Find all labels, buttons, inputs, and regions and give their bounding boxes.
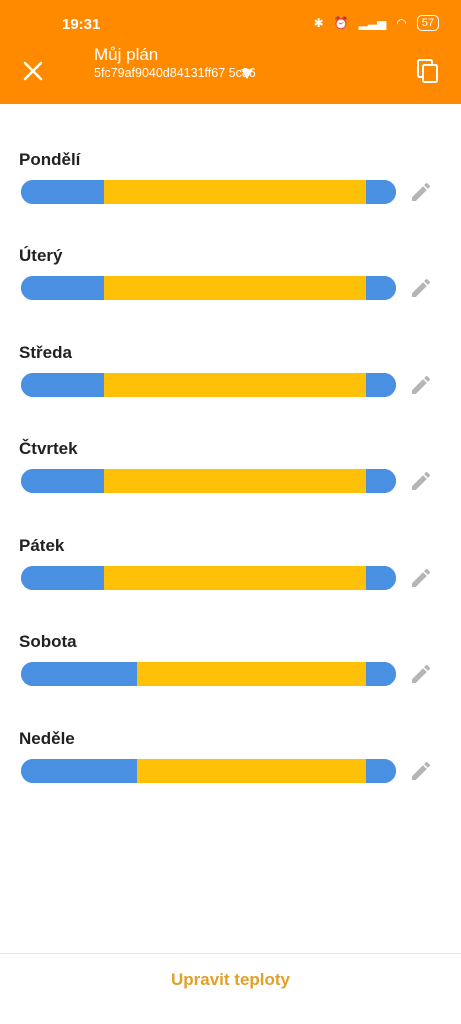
wifi-icon: ◠ [396, 16, 407, 30]
day-label: Neděle [19, 729, 75, 748]
cold-segment [21, 469, 104, 493]
schedule-bar[interactable] [21, 566, 396, 590]
copy-button[interactable] [415, 58, 441, 84]
plan-dropdown[interactable] [241, 66, 253, 79]
day-label: Středa [19, 343, 72, 362]
edit-day-button[interactable] [409, 759, 433, 783]
bluetooth-icon: ✱ [313, 16, 324, 30]
plan-id: 5fc79af9040d84131ff67 5c86 [94, 66, 256, 80]
schedule-bar[interactable] [21, 759, 396, 783]
edit-temperatures-button[interactable]: Upravit teploty [0, 970, 461, 990]
edit-day-button[interactable] [409, 566, 433, 590]
divider [0, 953, 461, 954]
day-label: Úterý [19, 246, 63, 265]
warm-segment [137, 759, 366, 783]
alarm-off-icon: ⏰ [333, 16, 349, 30]
app-bar: 19:31 ✱ ⏰ ▂▃▅ ◠ 57 Můj plán 5fc79af9040d… [0, 0, 461, 104]
warm-segment [103, 469, 366, 493]
pencil-icon [412, 664, 431, 683]
day-label: Pondělí [19, 150, 81, 169]
cold-segment [366, 662, 396, 686]
plan-title-block[interactable]: Můj plán 5fc79af9040d84131ff67 5c86 [94, 44, 264, 81]
warm-segment [103, 276, 366, 300]
cold-segment [366, 373, 396, 397]
cold-segment [366, 759, 396, 783]
edit-day-button[interactable] [409, 662, 433, 686]
pencil-icon [412, 278, 431, 297]
warm-segment [103, 180, 366, 204]
signal-icon: ▂▃▅ [358, 16, 387, 30]
warm-segment [137, 662, 366, 686]
pencil-icon [412, 761, 431, 780]
schedule-bar[interactable] [21, 469, 396, 493]
pencil-icon [412, 375, 431, 394]
day-label: Pátek [19, 536, 65, 555]
schedule-bar[interactable] [21, 180, 396, 204]
day-label: Čtvrtek [19, 439, 78, 458]
cold-segment [366, 566, 396, 590]
schedule-bar[interactable] [21, 662, 396, 686]
day-row: Neděle [0, 729, 461, 789]
day-row: Sobota [0, 632, 461, 692]
schedule-bar[interactable] [21, 373, 396, 397]
warm-segment [103, 373, 366, 397]
schedule-bar[interactable] [21, 276, 396, 300]
cold-segment [21, 180, 104, 204]
copy-icon [417, 59, 438, 83]
status-time: 19:31 [62, 16, 101, 33]
cold-segment [21, 373, 104, 397]
day-row: Úterý [0, 246, 461, 306]
cold-segment [21, 276, 104, 300]
dropdown-arrow-icon [241, 69, 253, 79]
plan-title: Můj plán [94, 45, 159, 64]
cold-segment [21, 662, 138, 686]
status-icons: ✱ ⏰ ▂▃▅ ◠ 57 [314, 15, 439, 31]
cold-segment [21, 759, 138, 783]
edit-day-button[interactable] [409, 276, 433, 300]
day-row: Středa [0, 343, 461, 403]
warm-segment [103, 566, 366, 590]
cold-segment [366, 469, 396, 493]
close-button[interactable] [22, 60, 44, 82]
day-label: Sobota [19, 632, 77, 651]
pencil-icon [412, 471, 431, 490]
edit-day-button[interactable] [409, 180, 433, 204]
day-row: Pondělí [0, 150, 461, 210]
cold-segment [21, 566, 104, 590]
close-icon [23, 61, 43, 81]
battery-indicator: 57 [416, 15, 439, 31]
cold-segment [366, 180, 396, 204]
day-row: Čtvrtek [0, 439, 461, 499]
pencil-icon [412, 568, 431, 587]
cold-segment [366, 276, 396, 300]
edit-day-button[interactable] [409, 373, 433, 397]
day-row: Pátek [0, 536, 461, 596]
pencil-icon [412, 182, 431, 201]
edit-day-button[interactable] [409, 469, 433, 493]
